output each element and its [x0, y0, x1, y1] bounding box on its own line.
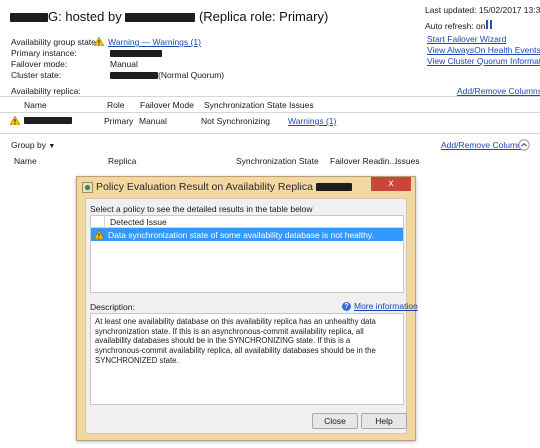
- list-item[interactable]: Data synchronization state of some avail…: [91, 228, 403, 241]
- group-by-dropdown[interactable]: Group by ▼: [11, 140, 55, 150]
- redacted-replica-title: [315, 183, 352, 192]
- primary-instance-value: [110, 48, 162, 58]
- replica-warnings-link[interactable]: Warnings (1): [288, 116, 336, 126]
- col-sync-state-2[interactable]: Synchronization State: [236, 156, 319, 166]
- cluster-state-label: Cluster state:: [11, 70, 62, 80]
- redacted-cluster: [110, 72, 158, 80]
- help-button[interactable]: Help: [361, 413, 407, 429]
- add-remove-columns-link-2[interactable]: Add/Remove Columns: [441, 140, 526, 150]
- failover-mode-value: Manual: [110, 59, 138, 69]
- col-name-2[interactable]: Name: [14, 156, 37, 166]
- failover-mode-label: Failover mode:: [11, 59, 68, 69]
- col-issues-2[interactable]: Issues: [395, 156, 420, 166]
- dialog-body: Select a policy to see the detailed resu…: [85, 198, 418, 434]
- start-failover-wizard-link[interactable]: Start Failover Wizard: [427, 34, 506, 44]
- col-role[interactable]: Role: [107, 100, 124, 110]
- policy-list-header: Detected Issue: [91, 216, 403, 228]
- description-text: At least one availability database on th…: [90, 313, 404, 405]
- collapse-icon[interactable]: [518, 139, 538, 151]
- policy-list: Detected Issue Data synchronization stat…: [90, 215, 404, 293]
- close-icon: x: [388, 178, 394, 189]
- close-window-button[interactable]: x: [371, 177, 411, 191]
- ag-state-warnings-link[interactable]: Warning — Warnings (1): [108, 37, 201, 47]
- auto-refresh-text: Auto refresh: on: [425, 21, 486, 31]
- ag-state-label: Availability group state:: [11, 37, 99, 47]
- description-label: Description:: [90, 302, 135, 312]
- replica-failover: Manual: [139, 116, 167, 126]
- primary-instance-label: Primary instance:: [11, 48, 77, 58]
- chevron-down-icon: ▼: [48, 143, 56, 150]
- replica-section-label: Availability replica:: [11, 86, 81, 96]
- replica-table-header: Name Role Failover Mode Synchronization …: [0, 100, 540, 112]
- database-table-header: Name Replica Synchronization State Failo…: [0, 156, 540, 168]
- last-updated-text: Last updated: 15/02/2017 13:33:53: [425, 5, 540, 15]
- pause-icon[interactable]: [486, 20, 493, 29]
- divider: [0, 96, 540, 97]
- col-sync-state[interactable]: Synchronization State: [204, 100, 287, 110]
- cluster-quorum-link[interactable]: View Cluster Quorum Information: [427, 56, 540, 66]
- col-name[interactable]: Name: [24, 100, 47, 110]
- add-remove-columns-link[interactable]: Add/Remove Columns: [457, 86, 540, 96]
- cluster-state-value: (Normal Quorum): [110, 70, 224, 80]
- divider: [0, 133, 540, 134]
- redacted-ag-name: [10, 13, 48, 23]
- dialog-instruction: Select a policy to see the detailed resu…: [90, 204, 313, 214]
- redacted-instance: [110, 50, 162, 58]
- policy-icon: [82, 182, 93, 193]
- help-icon[interactable]: ?: [342, 302, 351, 311]
- dialog-title: Policy Evaluation Result on Availability…: [96, 181, 352, 193]
- col-failover-mode[interactable]: Failover Mode: [140, 100, 194, 110]
- replica-sync-state: Not Synchronizing: [201, 116, 270, 126]
- icon-column-header: [91, 216, 105, 227]
- page-title: G: hosted by (Replica role: Primary): [10, 9, 328, 24]
- warning-icon: [10, 116, 20, 125]
- more-information-link[interactable]: More information: [354, 301, 418, 311]
- policy-evaluation-dialog: Policy Evaluation Result on Availability…: [76, 176, 418, 441]
- col-issues[interactable]: Issues: [289, 100, 314, 110]
- redacted-replica-name: [24, 117, 72, 124]
- issue-text: Data synchronization state of some avail…: [108, 230, 374, 240]
- table-row[interactable]: Primary Manual Not Synchronizing Warning…: [0, 113, 540, 127]
- warning-icon: [94, 230, 104, 239]
- col-failover-readiness[interactable]: Failover Readin...: [330, 156, 397, 166]
- col-replica[interactable]: Replica: [108, 156, 136, 166]
- col-detected-issue[interactable]: Detected Issue: [110, 217, 167, 227]
- redacted-host-name: [125, 13, 196, 23]
- warning-icon: [94, 36, 104, 47]
- close-button[interactable]: Close: [312, 413, 358, 429]
- dialog-title-bar[interactable]: Policy Evaluation Result on Availability…: [77, 177, 415, 197]
- replica-role: Primary: [104, 116, 134, 126]
- health-events-link[interactable]: View AlwaysOn Health Events: [427, 45, 540, 55]
